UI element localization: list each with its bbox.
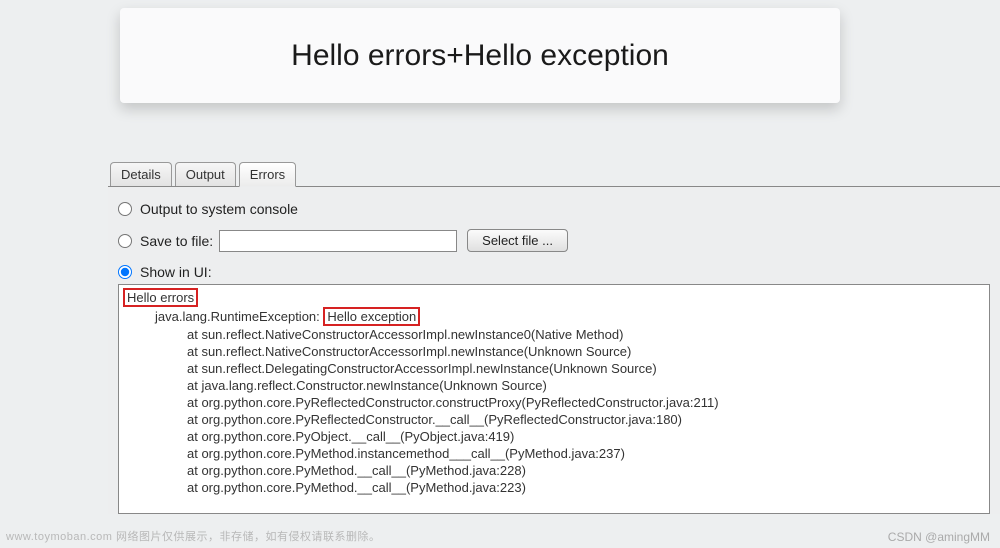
title-card: Hello errors+Hello exception	[120, 8, 840, 103]
exception-prefix: java.lang.RuntimeException:	[155, 309, 323, 324]
radio-save[interactable]	[118, 234, 132, 248]
tab-errors[interactable]: Errors	[239, 162, 296, 187]
errors-panel: Details Output Errors Output to system c…	[108, 162, 1000, 548]
stack-line: at org.python.core.PyMethod.__call__(PyM…	[123, 479, 985, 496]
stack-line: at sun.reflect.DelegatingConstructorAcce…	[123, 360, 985, 377]
radio-console[interactable]	[118, 202, 132, 216]
save-path-input[interactable]	[219, 230, 457, 252]
watermark-left: www.toymoban.com 网络图片仅供展示，非存储，如有侵权请联系删除。	[6, 528, 380, 544]
stack-line: at org.python.core.PyMethod.instancemeth…	[123, 445, 985, 462]
error-message-highlight: Hello errors	[123, 288, 198, 307]
option-save-label: Save to file:	[140, 233, 213, 249]
stack-line: at org.python.core.PyReflectedConstructo…	[123, 411, 985, 428]
tab-bar: Details Output Errors	[108, 162, 1000, 187]
tab-details[interactable]: Details	[110, 162, 172, 186]
page-title: Hello errors+Hello exception	[291, 39, 669, 73]
exception-message-highlight: Hello exception	[323, 307, 420, 326]
stacktrace-box[interactable]: Hello errors java.lang.RuntimeException:…	[118, 284, 990, 514]
tab-output[interactable]: Output	[175, 162, 236, 186]
option-show-row: Show in UI:	[118, 264, 990, 280]
error-message-line: Hello errors	[123, 288, 985, 307]
stack-line: at sun.reflect.NativeConstructorAccessor…	[123, 343, 985, 360]
stack-line: at org.python.core.PyMethod.__call__(PyM…	[123, 462, 985, 479]
exception-line: java.lang.RuntimeException: Hello except…	[123, 307, 985, 326]
option-console-row: Output to system console	[118, 201, 990, 217]
option-save-row: Save to file: Select file ...	[118, 229, 990, 252]
option-console-label: Output to system console	[140, 201, 298, 217]
select-file-button[interactable]: Select file ...	[467, 229, 568, 252]
stack-line: at sun.reflect.NativeConstructorAccessor…	[123, 326, 985, 343]
option-show-label: Show in UI:	[140, 264, 212, 280]
tab-content: Output to system console Save to file: S…	[108, 187, 1000, 514]
stack-line: at org.python.core.PyReflectedConstructo…	[123, 394, 985, 411]
stack-line: at org.python.core.PyObject.__call__(PyO…	[123, 428, 985, 445]
watermark-right: CSDN @amingMM	[888, 530, 990, 544]
radio-show-ui[interactable]	[118, 265, 132, 279]
stack-line: at java.lang.reflect.Constructor.newInst…	[123, 377, 985, 394]
